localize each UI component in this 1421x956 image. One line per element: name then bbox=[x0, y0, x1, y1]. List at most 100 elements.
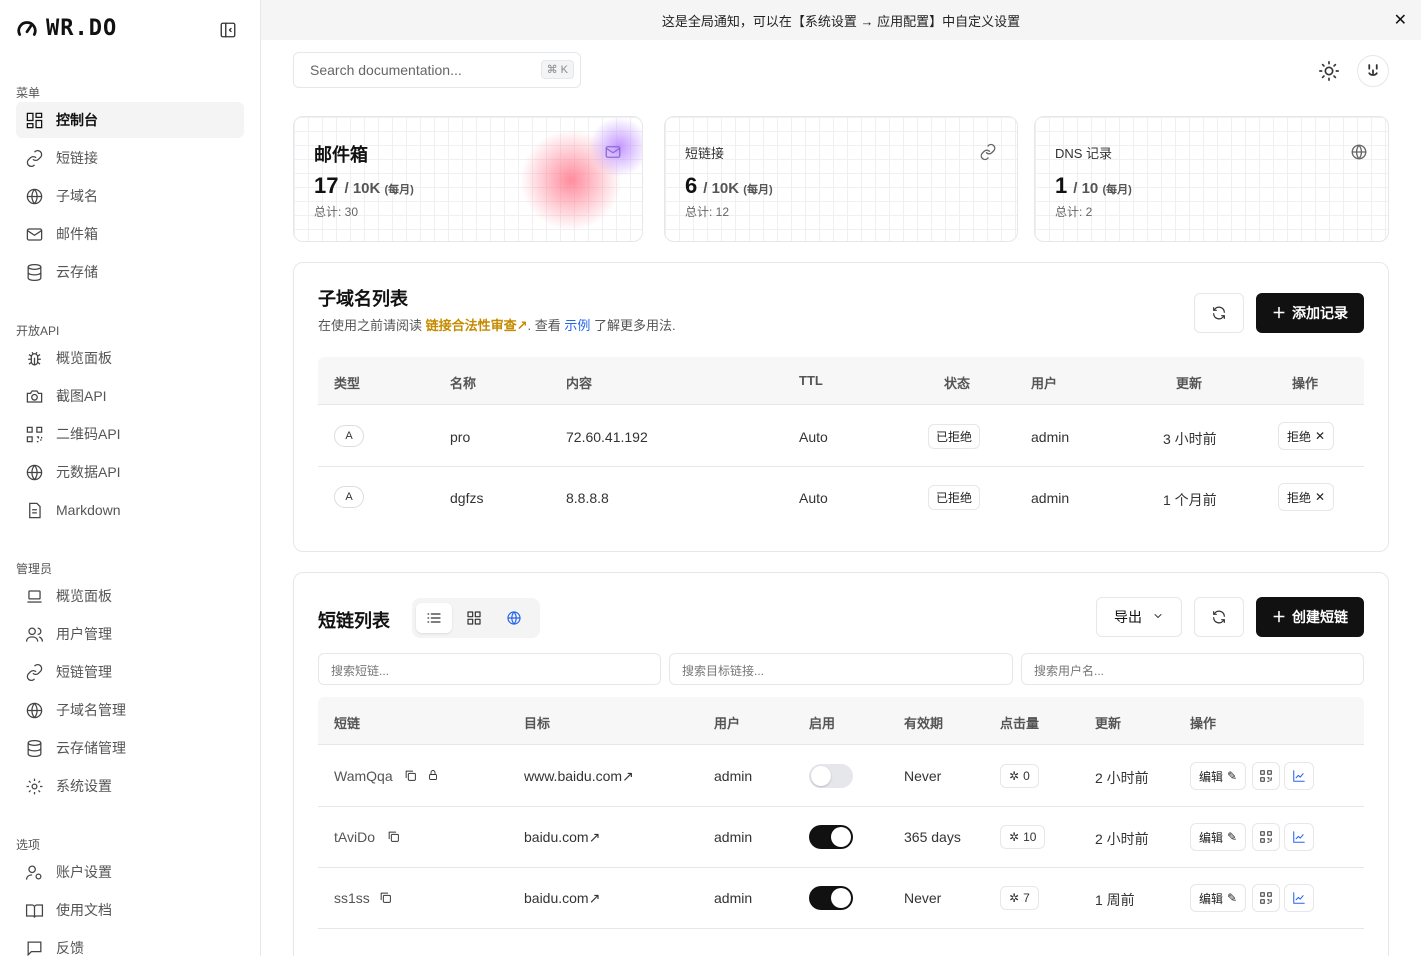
copy-icon[interactable] bbox=[379, 891, 392, 904]
example-link[interactable]: 示例 bbox=[564, 318, 590, 333]
target-link[interactable]: www.baidu.com↗ bbox=[524, 768, 634, 785]
clicks-badge: ✲ 0 bbox=[1000, 764, 1039, 788]
qrcode-icon[interactable] bbox=[1252, 762, 1280, 790]
enabled-toggle[interactable] bbox=[809, 886, 853, 910]
sidebar-item-subdomains[interactable]: 子域名 bbox=[16, 178, 244, 214]
slug-link[interactable]: ss1ss bbox=[334, 890, 370, 906]
analytics-chart-icon[interactable] bbox=[1284, 823, 1314, 851]
enabled-toggle[interactable] bbox=[809, 764, 853, 788]
sidebar-item-account-settings[interactable]: 账户设置 bbox=[16, 854, 244, 890]
laptop-icon bbox=[24, 586, 44, 606]
sidebar-item-dashboard[interactable]: 控制台 bbox=[16, 102, 244, 138]
sidebar-item-users[interactable]: 用户管理 bbox=[16, 616, 244, 652]
refresh-icon bbox=[1213, 610, 1225, 624]
subdomain-list-card: 子域名列表 在使用之前请阅读 链接合法性审查↗. 查看 示例 了解更多用法. ＋… bbox=[293, 262, 1389, 552]
sidebar-item-short-links[interactable]: 短链接 bbox=[16, 140, 244, 176]
stat-limit: / 10K bbox=[703, 180, 740, 197]
refresh-button[interactable] bbox=[1194, 293, 1244, 333]
copy-icon[interactable] bbox=[387, 830, 400, 843]
refresh-icon bbox=[1213, 306, 1225, 320]
globe-lock-icon bbox=[1351, 144, 1367, 160]
refresh-button[interactable] bbox=[1194, 597, 1244, 637]
edit-button[interactable]: 编辑 ✎ bbox=[1190, 823, 1246, 851]
analytics-chart-icon[interactable] bbox=[1284, 884, 1314, 912]
search-slug-input[interactable]: 搜索短链... bbox=[318, 653, 661, 685]
stat-limit: / 10K bbox=[344, 180, 381, 197]
sidebar-item-storage-admin[interactable]: 云存储管理 bbox=[16, 730, 244, 766]
theme-toggle-sun-icon[interactable] bbox=[1313, 55, 1345, 87]
type-badge: A bbox=[334, 486, 364, 508]
status-badge: 已拒绝 bbox=[928, 424, 981, 449]
link-icon bbox=[24, 148, 44, 168]
sidebar-item-feedback[interactable]: 反馈 bbox=[16, 930, 244, 956]
create-short-link-button[interactable]: ＋创建短链 bbox=[1256, 597, 1364, 637]
lock-icon bbox=[429, 770, 437, 780]
add-record-button[interactable]: ＋添加记录 bbox=[1256, 293, 1364, 333]
avatar[interactable] bbox=[1357, 55, 1389, 87]
copy-icon[interactable] bbox=[404, 769, 417, 782]
sidebar-item-api-overview[interactable]: 概览面板 bbox=[16, 340, 244, 376]
enabled-toggle[interactable] bbox=[809, 825, 853, 849]
stat-value: 1 bbox=[1055, 173, 1068, 198]
analytics-chart-icon[interactable] bbox=[1284, 762, 1314, 790]
sidebar-item-qrcode-api[interactable]: 二维码API bbox=[16, 416, 244, 452]
section-title-admin: 管理员 bbox=[16, 562, 53, 576]
click-icon: ✲ bbox=[1009, 830, 1020, 844]
target-link[interactable]: baidu.com↗ bbox=[524, 890, 600, 907]
search-input[interactable]: Search documentation... ⌘ K bbox=[293, 52, 581, 88]
qrcode-icon bbox=[24, 424, 44, 444]
search-shortcut: ⌘ K bbox=[540, 60, 574, 79]
type-badge: A bbox=[334, 425, 364, 447]
reject-button[interactable]: 拒绝 ✕ bbox=[1278, 422, 1334, 450]
list-view-icon[interactable] bbox=[416, 603, 452, 633]
section-title-menu: 菜单 bbox=[16, 86, 41, 100]
click-icon: ✲ bbox=[1009, 769, 1020, 783]
sidebar-item-link-admin[interactable]: 短链管理 bbox=[16, 654, 244, 690]
legality-review-link[interactable]: 链接合法性审查↗ bbox=[426, 318, 528, 333]
brand-name: WR.DO bbox=[46, 16, 118, 41]
mail-icon bbox=[24, 224, 44, 244]
search-target-input[interactable]: 搜索目标链接... bbox=[669, 653, 1013, 685]
sidebar-collapse-icon[interactable] bbox=[219, 21, 237, 39]
sidebar-item-system-settings[interactable]: 系统设置 bbox=[16, 768, 244, 804]
database-icon bbox=[24, 262, 44, 282]
sidebar-item-mailbox[interactable]: 邮件箱 bbox=[16, 216, 244, 252]
slug-link[interactable]: tAviDo bbox=[334, 829, 375, 845]
sidebar-item-admin-overview[interactable]: 概览面板 bbox=[16, 578, 244, 614]
sidebar-item-markdown[interactable]: Markdown bbox=[16, 492, 244, 528]
sidebar-item-metadata-api[interactable]: 元数据API bbox=[16, 454, 244, 490]
target-link[interactable]: baidu.com↗ bbox=[524, 829, 600, 846]
logo[interactable]: WR.DO bbox=[16, 16, 117, 41]
sidebar-item-screenshot-api[interactable]: 截图API bbox=[16, 378, 244, 414]
user-cog-icon bbox=[24, 862, 44, 882]
sidebar-item-domain-admin[interactable]: 子域名管理 bbox=[16, 692, 244, 728]
sidebar-item-storage[interactable]: 云存储 bbox=[16, 254, 244, 290]
edit-button[interactable]: 编辑 ✎ bbox=[1190, 884, 1246, 912]
stat-value: 6 bbox=[685, 173, 698, 198]
qrcode-icon[interactable] bbox=[1252, 884, 1280, 912]
export-dropdown[interactable]: 导出 bbox=[1096, 597, 1182, 637]
status-badge: 已拒绝 bbox=[928, 485, 981, 510]
search-user-input[interactable]: 搜索用户名... bbox=[1021, 653, 1364, 685]
qrcode-icon[interactable] bbox=[1252, 823, 1280, 851]
camera-icon bbox=[24, 386, 44, 406]
external-link-icon: ↗ bbox=[588, 829, 601, 845]
table-row: WamQqa www.baidu.com↗ admin Never ✲ 0 2 小… bbox=[318, 746, 1364, 807]
grid-view-icon[interactable] bbox=[456, 603, 492, 633]
globe-view-icon[interactable] bbox=[496, 603, 532, 633]
global-notice-banner: 这是全局通知，可以在【系统设置 → 应用配置】中自定义设置 ✕ bbox=[261, 0, 1421, 40]
card-title: 子域名列表 bbox=[318, 289, 408, 309]
book-open-icon bbox=[24, 900, 44, 920]
gauge-logo-icon bbox=[17, 20, 37, 36]
mail-icon bbox=[605, 146, 621, 158]
close-icon[interactable]: ✕ bbox=[1394, 10, 1407, 30]
stat-card-dns-records: DNS 记录 1 / 10 (每月) 总计: 2 bbox=[1034, 116, 1389, 242]
edit-button[interactable]: 编辑 ✎ bbox=[1190, 762, 1246, 790]
stat-title: 短链接 bbox=[685, 146, 725, 161]
slug-link[interactable]: WamQqa bbox=[334, 768, 393, 784]
reject-button[interactable]: 拒绝 ✕ bbox=[1278, 483, 1334, 511]
file-text-icon bbox=[24, 500, 44, 520]
sidebar-item-docs[interactable]: 使用文档 bbox=[16, 892, 244, 928]
stat-value: 17 bbox=[314, 173, 339, 198]
chevron-down-icon bbox=[1152, 609, 1164, 625]
